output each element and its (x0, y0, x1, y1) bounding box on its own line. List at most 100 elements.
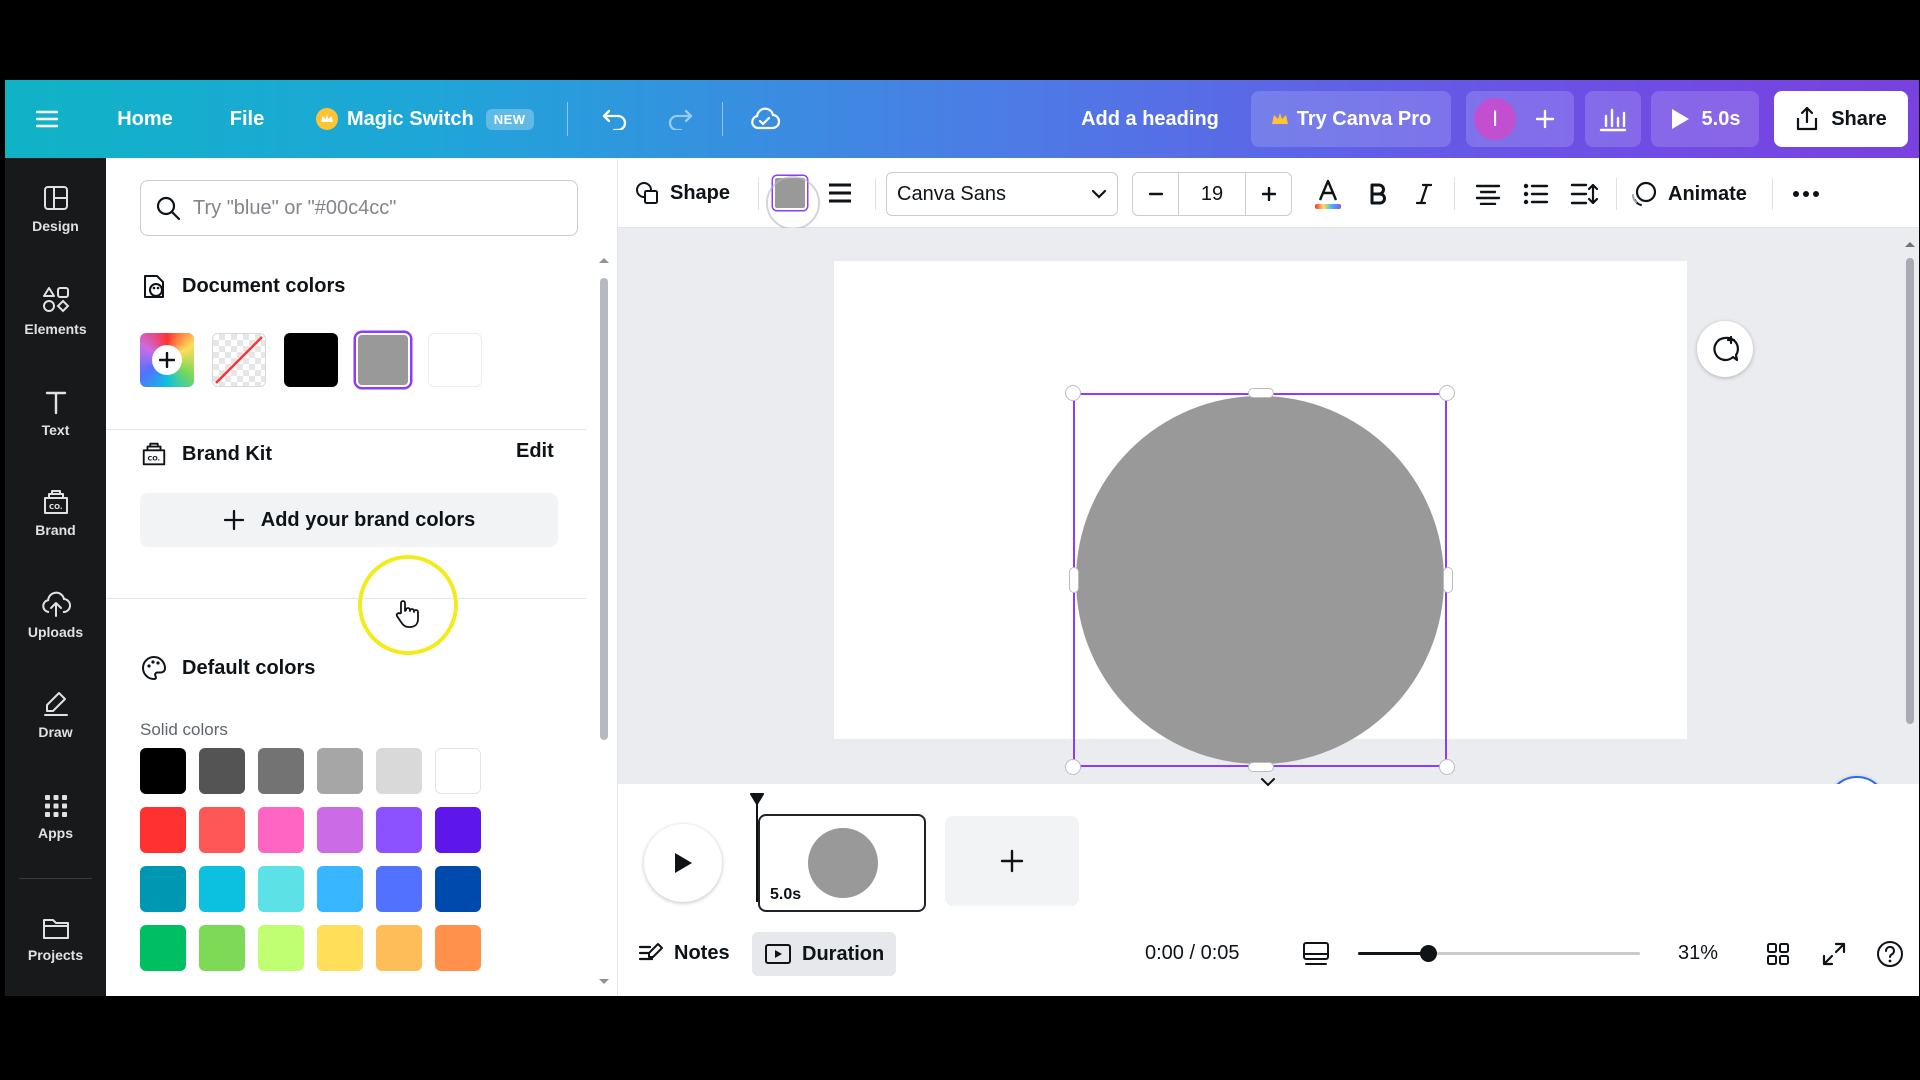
transparent-swatch[interactable] (212, 333, 266, 387)
color-swatch[interactable] (140, 807, 186, 853)
list-button[interactable] (1516, 172, 1556, 216)
color-swatch[interactable] (376, 925, 422, 971)
color-swatch-selected[interactable] (356, 333, 410, 387)
resize-handle-top[interactable] (1248, 388, 1274, 398)
page-thumbnail[interactable]: 5.0s (758, 814, 926, 912)
color-swatch[interactable] (428, 333, 482, 387)
align-button[interactable] (1468, 172, 1508, 216)
home-button[interactable]: Home (105, 100, 185, 138)
rail-item-draw[interactable]: Draw (5, 670, 106, 760)
share-button[interactable]: Share (1774, 91, 1908, 147)
color-swatch[interactable] (376, 748, 422, 794)
duration-button[interactable]: Duration (752, 932, 897, 976)
insights-button[interactable] (1585, 91, 1641, 147)
more-options-button[interactable] (1784, 172, 1828, 216)
rail-item-text[interactable]: Text (5, 368, 106, 458)
rail-item-design[interactable]: Design (5, 164, 106, 254)
color-swatch[interactable] (284, 333, 338, 387)
resize-handle-top-right[interactable] (1439, 385, 1455, 401)
color-swatch[interactable] (140, 925, 186, 971)
text-color-button[interactable] (1308, 172, 1348, 216)
color-search-input[interactable]: Try "blue" or "#00c4cc" (140, 180, 578, 236)
font-size-input[interactable]: 19 (1179, 183, 1245, 206)
color-swatch[interactable] (435, 807, 481, 853)
page-view-button[interactable] (1302, 934, 1330, 974)
color-swatch[interactable] (258, 866, 304, 912)
color-swatch[interactable] (258, 748, 304, 794)
grid-view-button[interactable] (1766, 934, 1790, 974)
try-canva-pro-button[interactable]: Try Canva Pro (1251, 91, 1451, 147)
cloud-save-button[interactable] (743, 100, 787, 138)
brand-kit-edit-link[interactable]: Edit (516, 440, 554, 463)
color-swatch[interactable] (435, 866, 481, 912)
spacing-button[interactable] (1564, 172, 1604, 216)
zoom-slider-thumb[interactable] (1420, 945, 1437, 962)
scroll-up-icon[interactable] (598, 256, 610, 264)
zoom-slider-fill (1358, 952, 1428, 955)
border-style-button[interactable] (820, 173, 860, 213)
color-swatch[interactable] (376, 866, 422, 912)
color-swatch[interactable] (317, 748, 363, 794)
magic-switch-button[interactable]: Magic Switch NEW (315, 100, 545, 138)
border-weight-icon (829, 183, 851, 203)
rail-item-uploads[interactable]: Uploads (5, 570, 106, 660)
zoom-slider[interactable] (1358, 945, 1640, 962)
menu-button[interactable] (27, 100, 67, 138)
color-swatch[interactable] (435, 925, 481, 971)
click-indicator (766, 176, 820, 230)
resize-handle-bottom[interactable] (1248, 762, 1274, 772)
selection-box (1073, 393, 1447, 767)
color-swatch[interactable] (317, 925, 363, 971)
rail-item-projects[interactable]: Projects (5, 894, 106, 984)
collapse-timeline-icon[interactable] (1260, 777, 1276, 787)
color-swatch[interactable] (258, 925, 304, 971)
color-swatch[interactable] (199, 807, 245, 853)
file-button[interactable]: File (217, 100, 277, 138)
color-swatch[interactable] (140, 748, 186, 794)
increase-font-size-button[interactable] (1245, 173, 1291, 215)
rail-item-elements[interactable]: Elements (5, 266, 106, 356)
notes-button[interactable]: Notes (638, 932, 730, 974)
shape-button[interactable]: Shape (634, 172, 730, 214)
upload-cloud-icon (41, 591, 71, 617)
decrease-font-size-button[interactable] (1133, 173, 1179, 215)
rail-item-apps[interactable]: Apps (5, 772, 106, 862)
fullscreen-button[interactable] (1822, 934, 1846, 974)
design-title[interactable]: Add a heading (1065, 100, 1235, 138)
color-swatch[interactable] (258, 807, 304, 853)
color-swatch[interactable] (199, 748, 245, 794)
animate-button[interactable]: Animate (1630, 172, 1747, 216)
avatar[interactable]: I (1474, 98, 1516, 140)
rail-item-brand[interactable]: CO. Brand (5, 468, 106, 558)
font-family-select[interactable]: Canva Sans (886, 172, 1118, 216)
zoom-level[interactable]: 31% (1678, 932, 1718, 974)
italic-button[interactable] (1404, 172, 1444, 216)
resize-handle-bottom-right[interactable] (1439, 759, 1455, 775)
add-color-swatch[interactable] (140, 333, 194, 387)
resize-handle-left[interactable] (1069, 567, 1079, 593)
undo-button[interactable] (595, 100, 635, 138)
add-page-button[interactable] (945, 816, 1079, 906)
color-swatch[interactable] (317, 866, 363, 912)
canvas-scrollbar[interactable] (1906, 258, 1914, 724)
play-button[interactable] (644, 824, 722, 902)
color-swatch[interactable] (317, 807, 363, 853)
add-brand-colors-button[interactable]: Add your brand colors (140, 493, 558, 547)
bold-button[interactable] (1358, 172, 1398, 216)
resize-handle-right[interactable] (1443, 567, 1453, 593)
color-swatch[interactable] (376, 807, 422, 853)
add-collaborator-button[interactable] (1524, 98, 1566, 140)
add-comment-button[interactable] (1697, 321, 1753, 377)
color-swatch[interactable] (140, 866, 186, 912)
resize-handle-bottom-left[interactable] (1065, 759, 1081, 775)
color-swatch[interactable] (199, 866, 245, 912)
resize-handle-top-left[interactable] (1065, 385, 1081, 401)
scroll-up-icon[interactable] (1904, 240, 1916, 248)
scroll-down-icon[interactable] (598, 978, 610, 986)
present-button[interactable]: 5.0s (1651, 91, 1759, 147)
color-swatch[interactable] (199, 925, 245, 971)
panel-scrollbar[interactable] (600, 278, 608, 740)
color-swatch[interactable] (435, 748, 481, 794)
redo-button[interactable] (660, 100, 700, 138)
help-button[interactable] (1876, 934, 1904, 974)
